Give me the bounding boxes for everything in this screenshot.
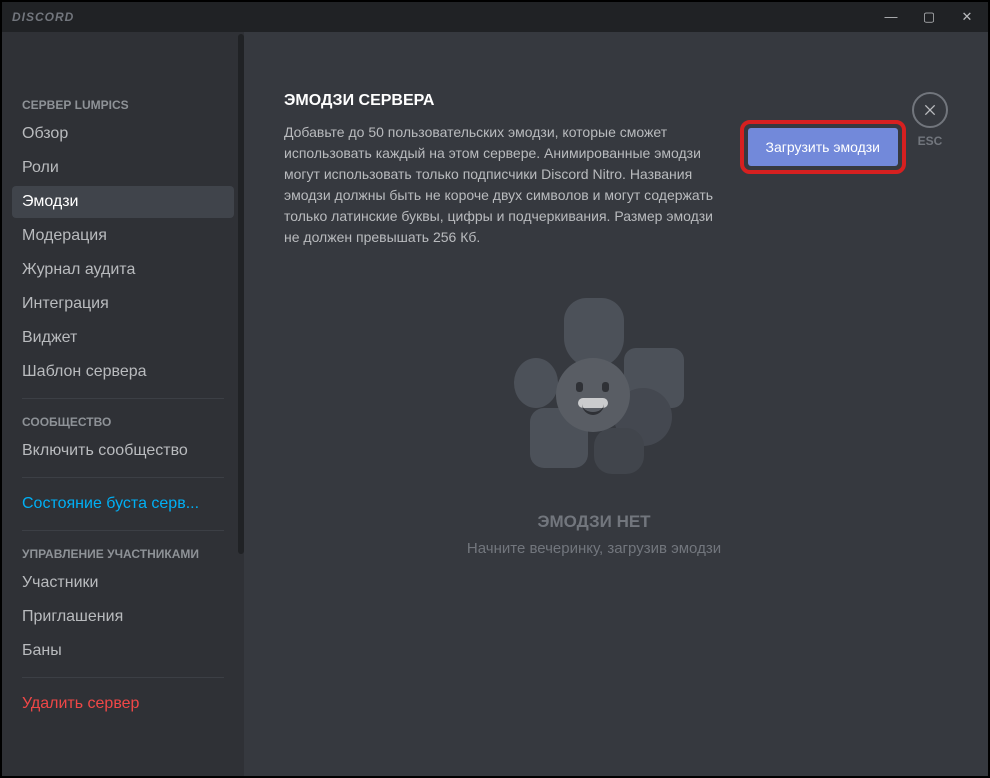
sidebar-separator	[22, 477, 224, 478]
sidebar-separator	[22, 398, 224, 399]
sidebar-item-delete-server[interactable]: Удалить сервер	[12, 688, 234, 720]
empty-state: ЭМОДЗИ НЕТ Начните вечеринку, загрузив э…	[284, 288, 904, 557]
sidebar-item-boost-status[interactable]: Состояние буста серв...	[12, 488, 234, 520]
upload-button-highlight: Загрузить эмодзи	[740, 120, 906, 174]
empty-state-illustration	[484, 288, 704, 488]
upload-emoji-button[interactable]: Загрузить эмодзи	[748, 128, 898, 166]
close-window-button[interactable]: ✕	[956, 9, 978, 25]
header-row: ЭМОДЗИ СЕРВЕРА Добавьте до 50 пользовате…	[284, 92, 904, 248]
sidebar-item-overview[interactable]: Обзор	[12, 118, 234, 150]
sidebar-item-template[interactable]: Шаблон сервера	[12, 356, 234, 388]
main-area: СЕРВЕР LUMPICS Обзор Роли Эмодзи Модерац…	[2, 32, 988, 776]
header-text-col: ЭМОДЗИ СЕРВЕРА Добавьте до 50 пользовате…	[284, 92, 714, 248]
close-column: ESC	[912, 92, 948, 148]
sidebar-item-audit-log[interactable]: Журнал аудита	[12, 254, 234, 286]
window-controls: — ▢ ✕	[880, 9, 978, 25]
titlebar: DISCORD — ▢ ✕	[2, 2, 988, 32]
close-icon	[922, 102, 938, 118]
sidebar-item-enable-community[interactable]: Включить сообщество	[12, 435, 234, 467]
sidebar-header-server: СЕРВЕР LUMPICS	[12, 92, 234, 118]
sidebar-item-members[interactable]: Участники	[12, 567, 234, 599]
sidebar-item-roles[interactable]: Роли	[12, 152, 234, 184]
sidebar-header-community: СООБЩЕСТВО	[12, 409, 234, 435]
empty-state-subtitle: Начните вечеринку, загрузив эмодзи	[467, 540, 721, 557]
sidebar-item-widget[interactable]: Виджет	[12, 322, 234, 354]
section-description: Добавьте до 50 пользовательских эмодзи, …	[284, 122, 714, 248]
section-title: ЭМОДЗИ СЕРВЕРА	[284, 92, 714, 110]
sidebar-item-emoji[interactable]: Эмодзи	[12, 186, 234, 218]
minimize-button[interactable]: —	[880, 9, 902, 25]
esc-label: ESC	[918, 134, 943, 148]
sidebar-item-moderation[interactable]: Модерация	[12, 220, 234, 252]
settings-sidebar: СЕРВЕР LUMPICS Обзор Роли Эмодзи Модерац…	[2, 32, 244, 776]
sidebar-item-integrations[interactable]: Интеграция	[12, 288, 234, 320]
content-wrap: ЭМОДЗИ СЕРВЕРА Добавьте до 50 пользовате…	[244, 32, 988, 776]
content: ЭМОДЗИ СЕРВЕРА Добавьте до 50 пользовате…	[284, 92, 904, 736]
close-button[interactable]	[912, 92, 948, 128]
sidebar-item-invites[interactable]: Приглашения	[12, 601, 234, 633]
maximize-button[interactable]: ▢	[918, 9, 940, 25]
sidebar-header-members: УПРАВЛЕНИЕ УЧАСТНИКАМИ	[12, 541, 234, 567]
empty-state-title: ЭМОДЗИ НЕТ	[537, 512, 650, 532]
app-logo: DISCORD	[12, 10, 74, 24]
sidebar-item-bans[interactable]: Баны	[12, 635, 234, 667]
sidebar-separator	[22, 530, 224, 531]
sidebar-separator	[22, 677, 224, 678]
